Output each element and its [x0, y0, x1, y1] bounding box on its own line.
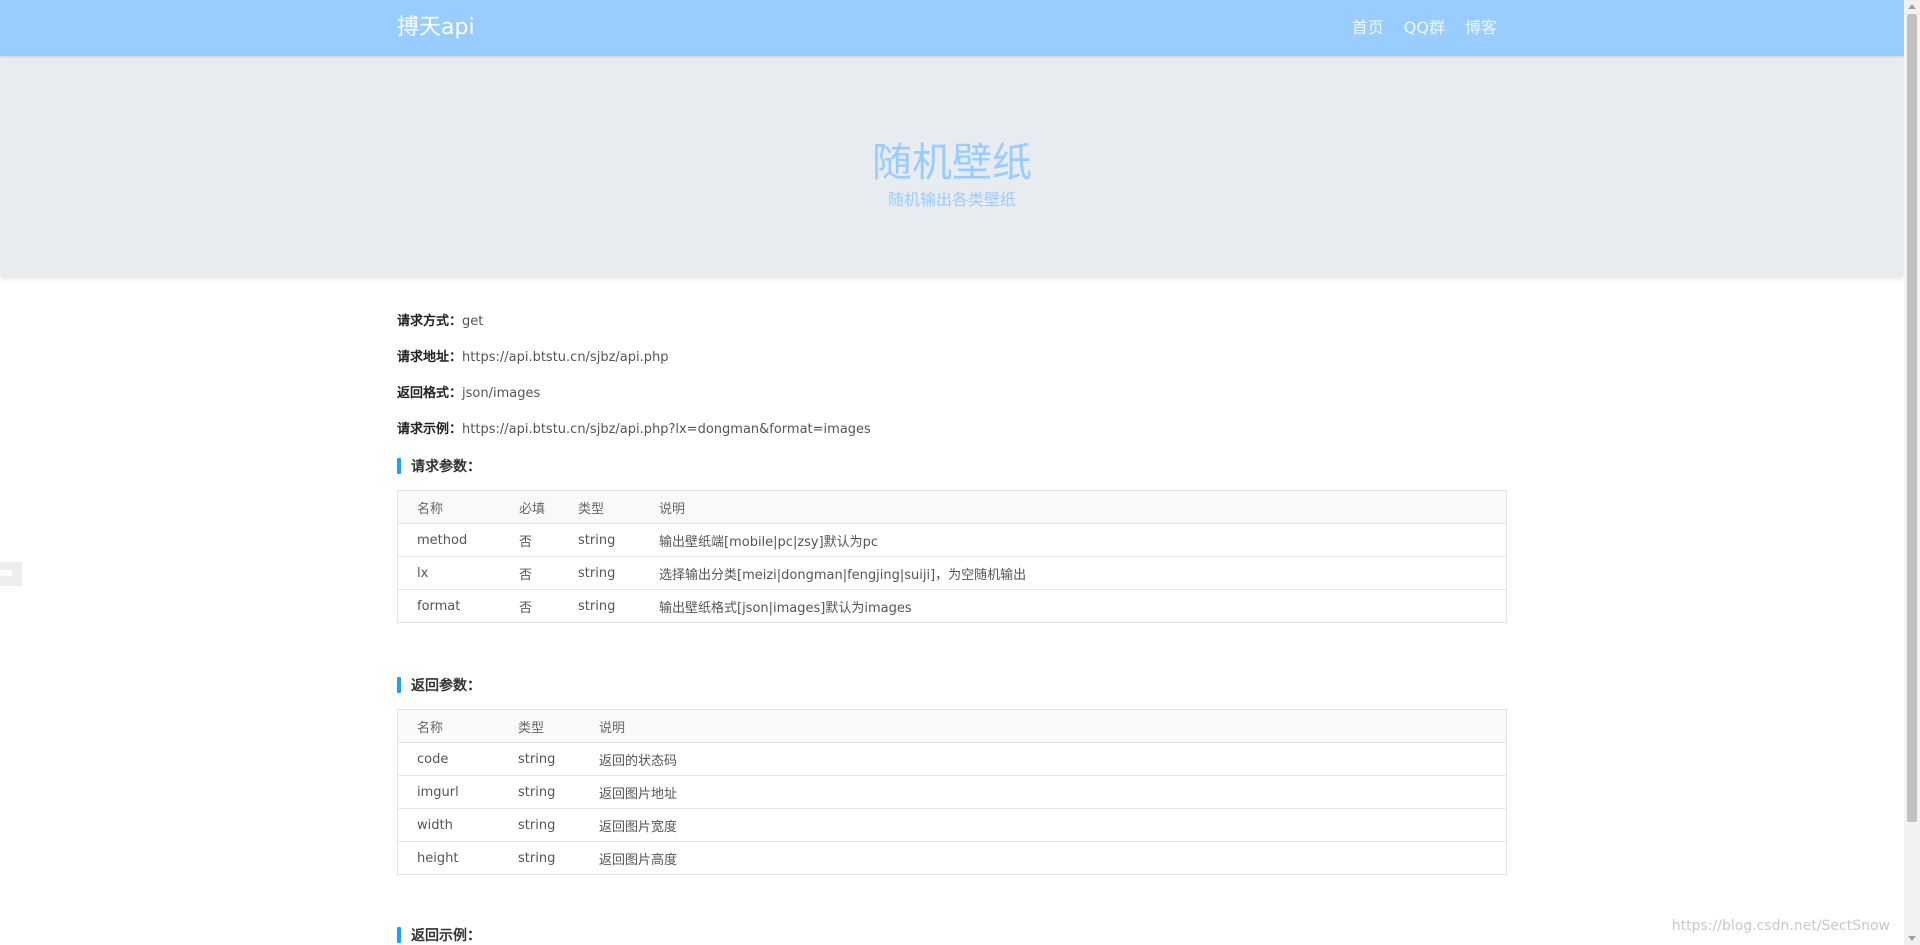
param-description: 返回图片高度	[599, 852, 678, 868]
info-request-url: 请求地址：https://api.btstu.cn/sjbz/api.php	[397, 344, 1507, 380]
info-return-format: 返回格式：json/images	[397, 380, 1507, 416]
watermark: https://blog.csdn.net/SectSnow	[1671, 918, 1890, 934]
scroll-up-icon[interactable]	[1908, 4, 1916, 9]
param-name: height	[417, 850, 459, 866]
param-type: string	[499, 775, 580, 809]
side-tab-notch	[0, 570, 12, 576]
navbar: 搏天api 首页 QQ群 博客	[0, 0, 1904, 56]
table-row: height string 返回图片高度	[398, 842, 1507, 875]
table-row: format 否 string 输出壁纸格式[json|images]默认为im…	[398, 590, 1507, 623]
param-name: method	[397, 523, 500, 557]
accent-bar	[397, 927, 401, 943]
scrollbar-thumb[interactable]	[1907, 14, 1917, 822]
column-header: 名称	[397, 709, 499, 743]
param-description: 输出壁纸端[mobile|pc|zsy]默认为pc	[640, 523, 1507, 557]
param-name: width	[397, 808, 499, 842]
vertical-scrollbar[interactable]	[1904, 0, 1920, 945]
brand-link[interactable]: 搏天api	[397, 0, 475, 56]
param-description: 输出壁纸格式[json|images]默认为images	[659, 600, 912, 616]
param-name: format	[417, 598, 461, 614]
param-name: lx	[397, 556, 500, 590]
section-title: 请求参数：	[411, 459, 481, 475]
param-description: 返回图片宽度	[580, 808, 1507, 842]
info-label: 返回格式：	[397, 386, 463, 401]
column-header: 类型	[499, 709, 580, 743]
side-edge-tab[interactable]	[0, 562, 22, 586]
param-type: string	[499, 808, 580, 842]
column-header: 说明	[640, 490, 1507, 524]
section-title: 返回参数：	[411, 678, 481, 694]
column-header: 类型	[559, 490, 640, 524]
accent-bar	[397, 458, 401, 474]
param-description: 选择输出分类[meizi|dongman|fengjing|suiji]，为空随…	[640, 556, 1507, 590]
param-required: 否	[519, 600, 533, 616]
request-params-heading: 请求参数：	[397, 456, 1507, 476]
table-row: method 否 string 输出壁纸端[mobile|pc|zsy]默认为p…	[397, 523, 1507, 557]
response-params-table: 名称 类型 说明 code string 返回的状态码 imgurl strin…	[397, 709, 1507, 875]
param-description: 返回的状态码	[580, 742, 1507, 776]
info-value: get	[462, 314, 484, 329]
table-row: code string 返回的状态码	[397, 742, 1507, 776]
section-title: 返回示例：	[411, 928, 481, 944]
param-type: string	[518, 850, 556, 866]
param-type: string	[559, 556, 640, 590]
page-subtitle: 随机输出各类壁纸	[887, 190, 1016, 209]
table-row: width string 返回图片宽度	[397, 808, 1507, 842]
info-label: 请求方式：	[397, 314, 463, 329]
info-label: 请求示例：	[397, 422, 463, 437]
param-type: string	[559, 523, 640, 557]
param-type: string	[499, 742, 580, 776]
info-value: https://api.btstu.cn/sjbz/api.php	[462, 350, 669, 365]
param-name: code	[397, 742, 499, 776]
column-header: 必填	[500, 490, 559, 524]
param-type: string	[578, 598, 616, 614]
param-required: 否	[500, 523, 559, 557]
nav-home-link[interactable]: 首页	[1352, 0, 1384, 56]
api-doc-content: 请求方式：get 请求地址：https://api.btstu.cn/sjbz/…	[397, 308, 1507, 945]
param-description: 返回图片地址	[580, 775, 1507, 809]
param-required: 否	[500, 556, 559, 590]
column-header: 说明	[580, 709, 1507, 743]
info-label: 请求地址：	[397, 350, 463, 365]
response-params-heading: 返回参数：	[397, 675, 1507, 695]
table-header-row: 名称 必填 类型 说明	[397, 490, 1507, 524]
info-request-method: 请求方式：get	[397, 308, 1507, 344]
page-title: 随机壁纸	[872, 140, 1032, 186]
nav-blog-link[interactable]: 博客	[1465, 0, 1497, 56]
hero-banner: 随机壁纸 随机输出各类壁纸	[0, 56, 1904, 278]
nav-links: 首页 QQ群 博客	[1352, 0, 1497, 56]
nav-qq-group-link[interactable]: QQ群	[1404, 0, 1445, 56]
info-value: https://api.btstu.cn/sjbz/api.php?lx=don…	[462, 422, 871, 437]
scroll-down-icon[interactable]	[1908, 936, 1916, 941]
info-request-example: 请求示例：https://api.btstu.cn/sjbz/api.php?l…	[397, 416, 1507, 452]
table-header-row: 名称 类型 说明	[397, 709, 1507, 743]
table-row: imgurl string 返回图片地址	[397, 775, 1507, 809]
page: 搏天api 首页 QQ群 博客 随机壁纸 随机输出各类壁纸 请求方式：get 请…	[0, 0, 1920, 945]
accent-bar	[397, 677, 401, 693]
param-name: imgurl	[397, 775, 499, 809]
table-row: lx 否 string 选择输出分类[meizi|dongman|fengjin…	[397, 556, 1507, 590]
request-params-table: 名称 必填 类型 说明 method 否 string 输出壁纸端[mobile…	[397, 490, 1507, 623]
info-value: json/images	[462, 386, 541, 401]
column-header: 名称	[397, 490, 500, 524]
response-example-heading: 返回示例：	[397, 925, 1507, 945]
